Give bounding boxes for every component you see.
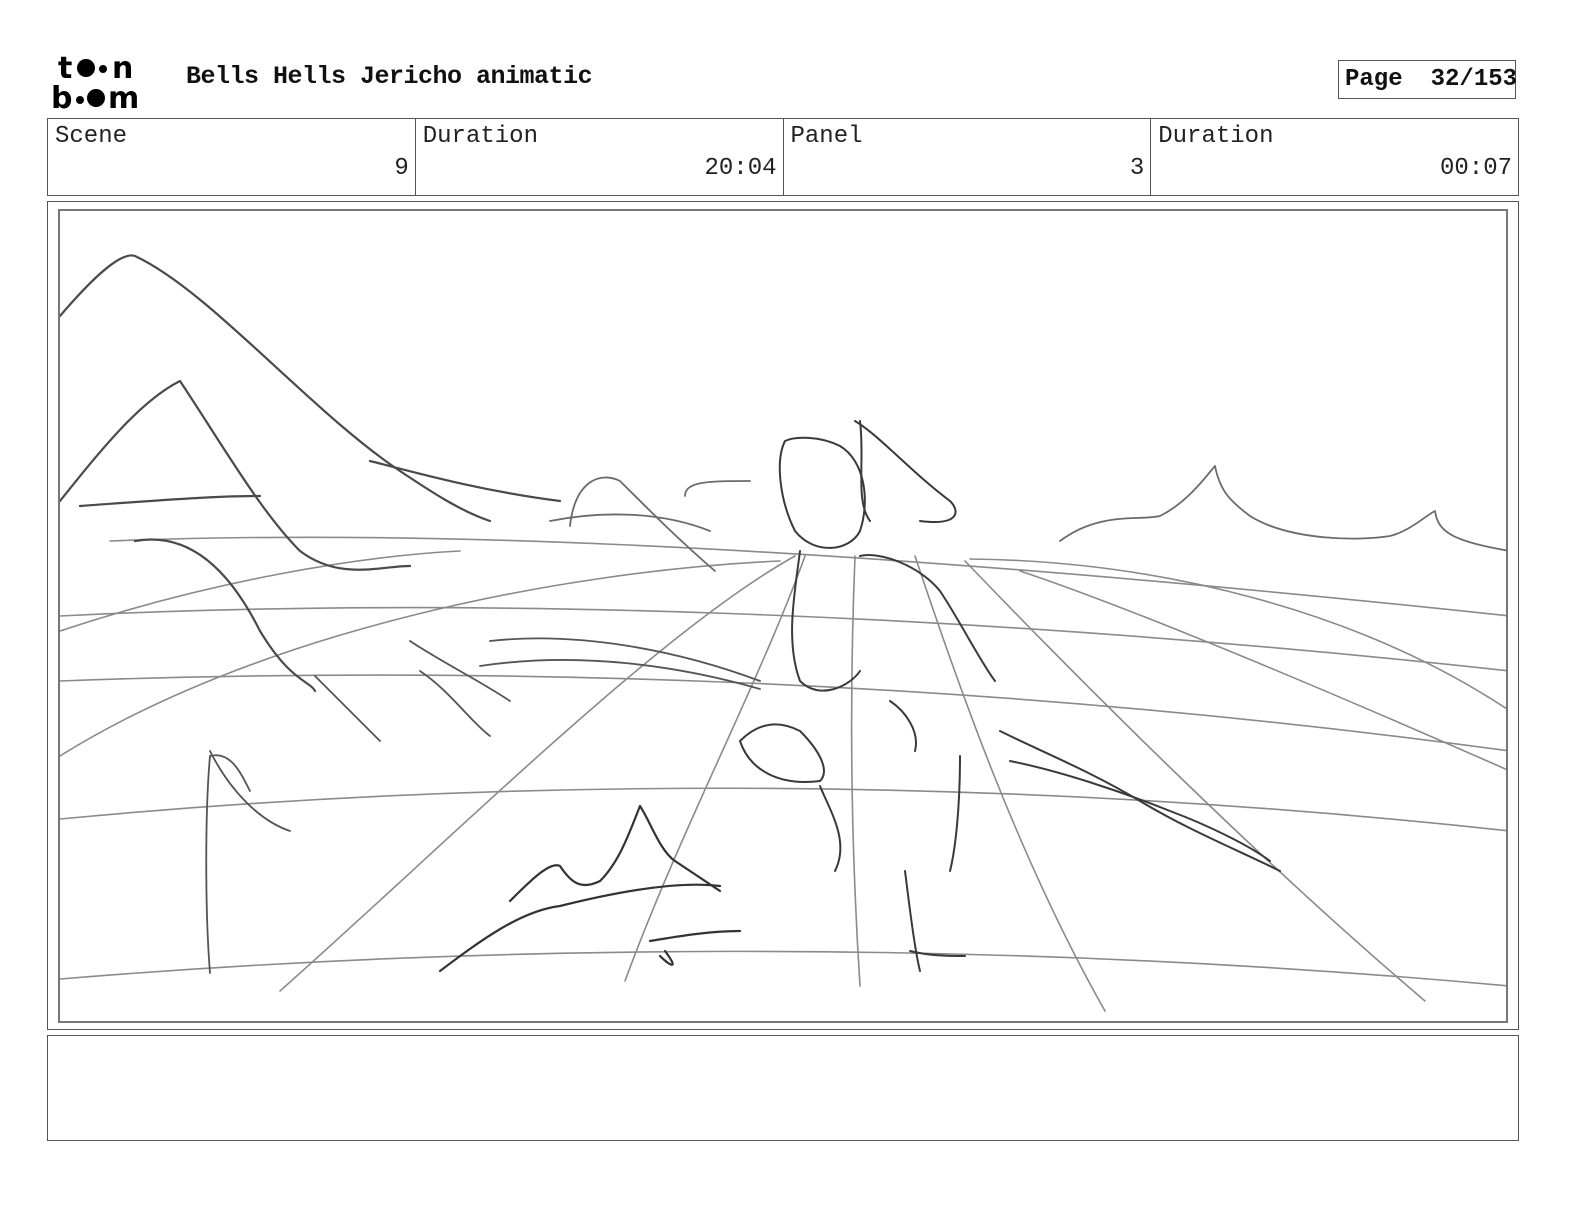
panel-cell: Panel 3 — [784, 119, 1152, 195]
scene-label: Scene — [55, 123, 128, 150]
project-title: Bells Hells Jericho animatic — [186, 62, 593, 91]
svg-text:m: m — [108, 81, 139, 112]
page-indicator: Page 32/153 — [1338, 60, 1518, 99]
panel-duration-cell: Duration 00:07 — [1151, 119, 1518, 195]
panel-label: Panel — [790, 123, 863, 150]
panel-duration-value: 00:07 — [1439, 155, 1512, 182]
scene-cell: Scene 9 — [48, 119, 416, 195]
panel-value: 3 — [1129, 155, 1145, 182]
panel-duration-label: Duration — [1158, 123, 1274, 150]
toon-boom-logo: t n b m — [50, 51, 164, 116]
sketch-icon — [60, 254, 1506, 1012]
svg-text:b: b — [51, 81, 72, 112]
page-number: 32/153 — [1430, 66, 1518, 93]
scene-duration-value: 20:04 — [704, 155, 777, 182]
storyboard-sketch — [58, 209, 1508, 1023]
scene-duration-label: Duration — [422, 123, 538, 150]
page-label: Page — [1345, 66, 1403, 93]
scene-duration-cell: Duration 20:04 — [416, 119, 784, 195]
panel-notes — [47, 1035, 1519, 1141]
scene-value: 9 — [394, 155, 409, 182]
panel-info-bar: Scene 9 Duration 20:04 Panel 3 Duration … — [47, 118, 1519, 196]
